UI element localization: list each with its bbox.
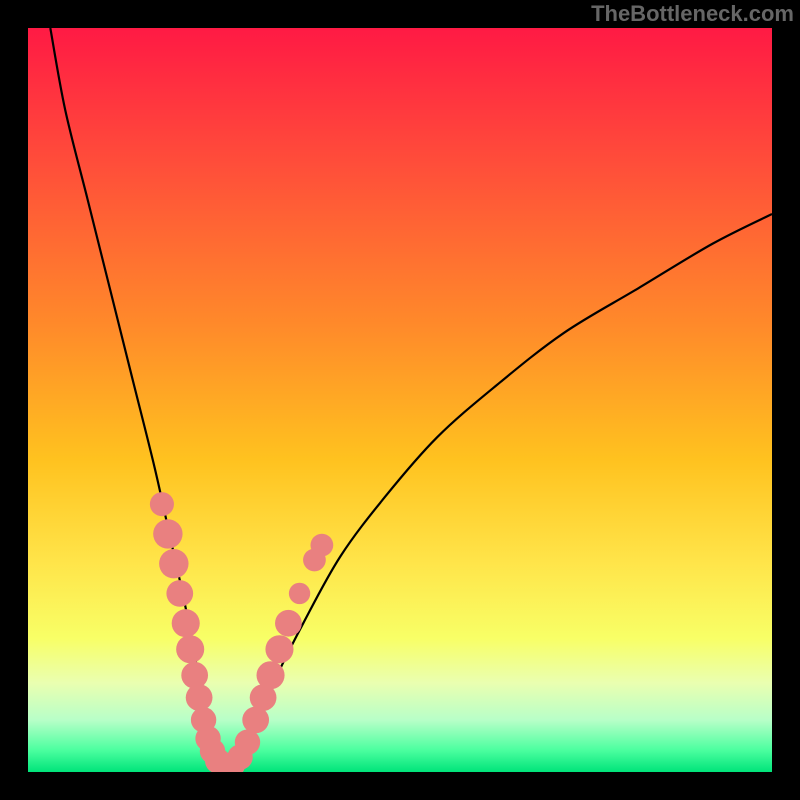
- data-marker: [176, 635, 204, 663]
- data-marker: [150, 492, 174, 516]
- data-marker: [159, 549, 188, 578]
- gradient-background: [28, 28, 772, 772]
- data-marker: [265, 635, 293, 663]
- chart-svg: [28, 28, 772, 772]
- data-marker: [181, 662, 208, 689]
- data-marker: [153, 519, 182, 548]
- data-marker: [186, 684, 213, 711]
- data-marker: [172, 609, 200, 637]
- plot-area: [28, 28, 772, 772]
- data-marker: [275, 610, 302, 637]
- watermark-text: TheBottleneck.com: [591, 1, 794, 27]
- data-marker: [289, 583, 310, 604]
- data-marker: [257, 661, 285, 689]
- chart-container: TheBottleneck.com: [0, 0, 800, 800]
- data-marker: [166, 580, 193, 607]
- data-marker: [235, 730, 260, 755]
- data-marker: [311, 534, 334, 557]
